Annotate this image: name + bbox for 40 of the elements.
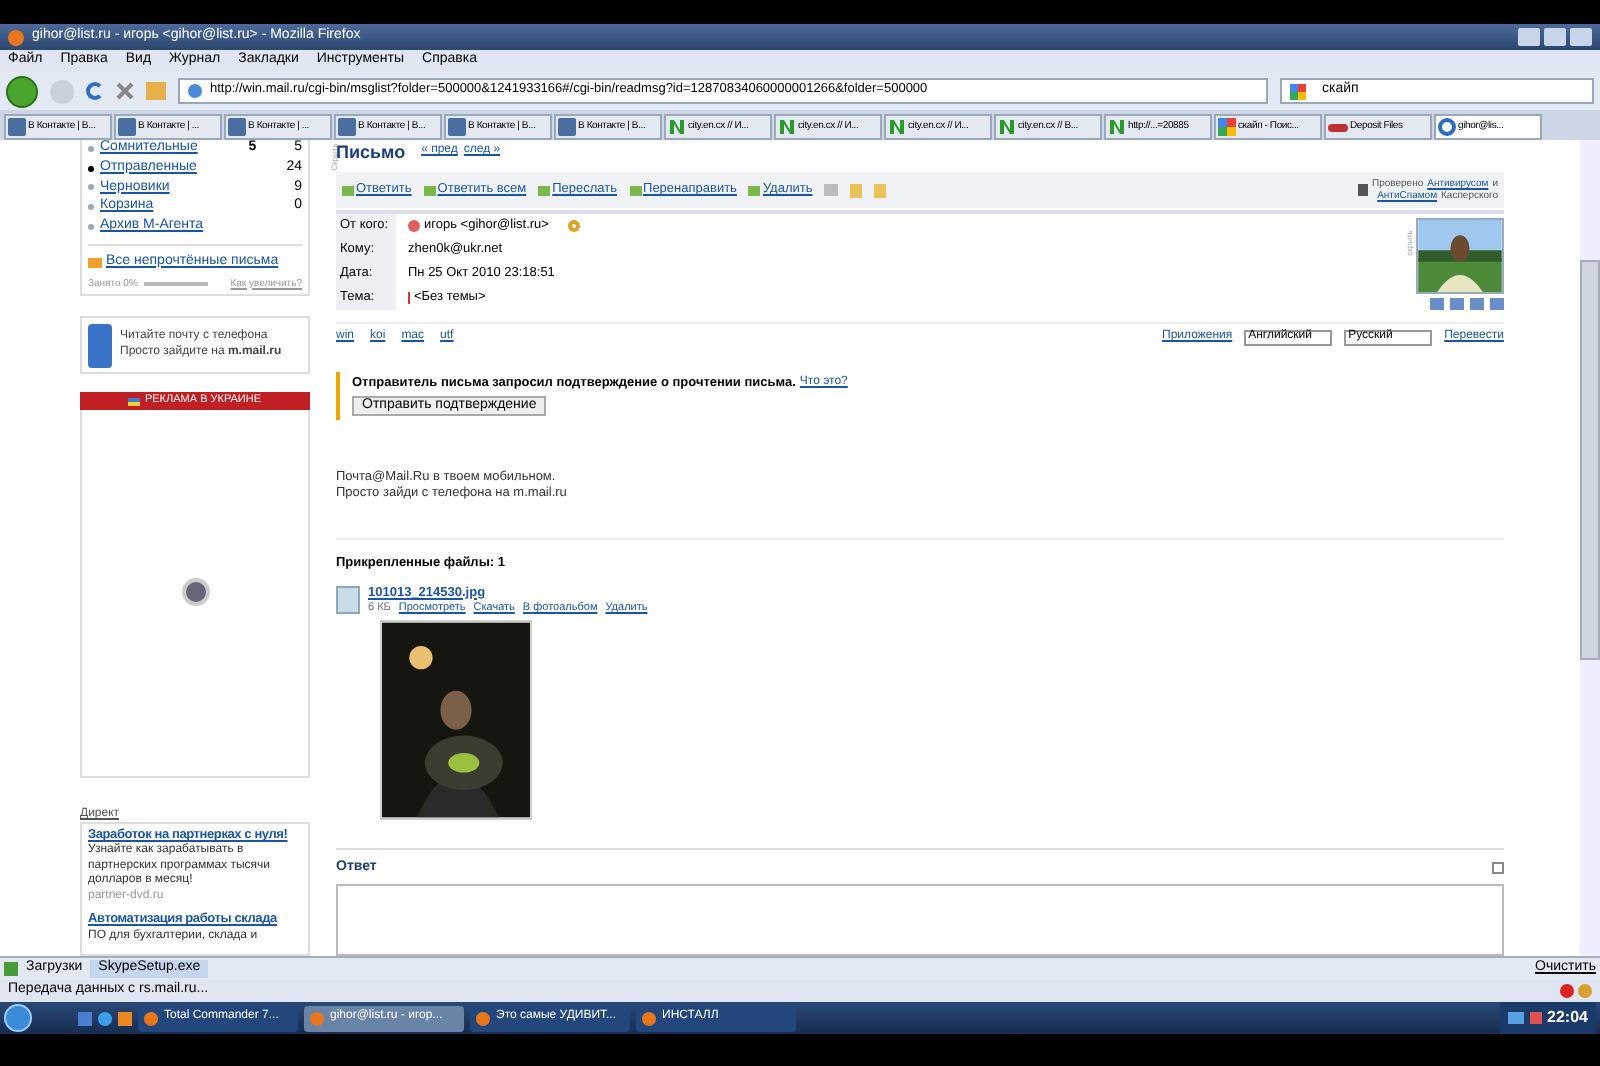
reload-icon <box>86 82 104 100</box>
action-icon <box>342 185 354 196</box>
clock: 22:04 <box>1547 1008 1588 1028</box>
reply-field[interactable] <box>336 884 1504 956</box>
globe-icon <box>188 84 202 98</box>
action-icon <box>423 185 436 196</box>
google-icon <box>1218 118 1236 136</box>
envelope-icon <box>88 257 102 268</box>
deposit-icon <box>1328 123 1348 131</box>
contact-icon <box>408 220 420 233</box>
print-icon <box>824 184 839 197</box>
network-icon <box>1507 1012 1524 1024</box>
home-icon <box>146 82 166 100</box>
start-button[interactable] <box>4 1004 32 1032</box>
google-icon <box>1290 83 1306 99</box>
image-file-icon <box>336 585 360 614</box>
close-button[interactable] <box>1570 28 1592 46</box>
page-title: Письмо <box>336 141 406 162</box>
vk-icon <box>338 118 356 136</box>
vk-icon <box>558 118 576 136</box>
vk-icon <box>8 118 26 136</box>
search-icon <box>568 220 581 233</box>
vk-icon <box>118 118 136 136</box>
volume-icon <box>1529 1012 1542 1024</box>
minimize-button[interactable] <box>1518 28 1540 46</box>
action-icon <box>629 185 642 196</box>
download-icon <box>4 962 18 976</box>
stop-icon[interactable] <box>116 82 134 100</box>
firefox-icon <box>8 29 24 45</box>
collapse-icon <box>1492 861 1504 874</box>
vk-icon <box>228 118 246 136</box>
action-icon <box>748 185 761 196</box>
flash-icon <box>181 578 209 607</box>
maximize-button[interactable] <box>1544 28 1566 46</box>
phone-icon <box>88 323 112 367</box>
back-button[interactable] <box>6 75 38 107</box>
browser-icon <box>98 1011 112 1025</box>
vk-icon <box>448 118 466 136</box>
action-icon <box>538 185 551 196</box>
forward-button[interactable] <box>50 79 74 103</box>
